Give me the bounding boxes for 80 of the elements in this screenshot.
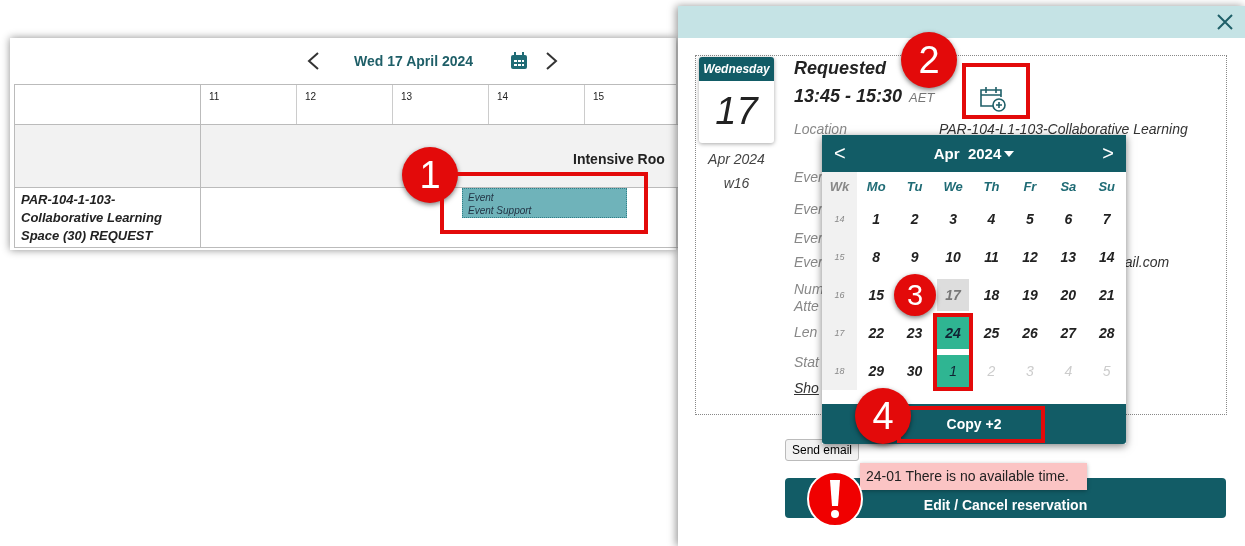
weekday-label: Su [1097,177,1117,196]
day-cell[interactable]: 6 [1052,203,1085,235]
day-cell[interactable]: 19 [1013,279,1046,311]
weekday-label: Tu [905,177,924,196]
field-label: Num Atte [794,281,824,315]
day-cell[interactable]: 26 [1013,317,1046,349]
week-number: 18 [822,352,857,390]
weekday-label: Wk [822,172,857,200]
weekday-label: Sa [1059,177,1078,196]
error-message: 24-01 There is no available time. [860,463,1087,490]
day-cell[interactable]: 8 [860,241,893,273]
field-label: Ever [794,254,823,270]
field-label: Ever [794,201,823,217]
week-number: 15 [822,238,857,276]
status-label: Requested [794,58,887,79]
day-cell[interactable]: 22 [860,317,893,349]
group-label: Intensive Roo [573,151,665,167]
month-label: Apr 2024 [708,151,765,167]
day-cell[interactable]: 14 [1090,241,1123,273]
weekday-label: Mo [865,177,887,196]
hour-label: 11 [201,85,297,124]
week-number: 14 [822,200,857,238]
previous-button[interactable] [306,51,320,71]
week-number: 16 [822,276,857,314]
calendar-icon[interactable] [509,51,530,71]
close-icon[interactable] [1217,14,1233,30]
previous-month-button[interactable]: < [834,142,846,165]
timezone: AET [909,90,935,105]
day-cell[interactable]: 20 [1052,279,1085,311]
field-label: Ever [794,230,823,246]
day-cell[interactable]: 13 [1052,241,1085,273]
field-label: Ever [794,169,823,185]
alert-icon [806,470,864,528]
day-cell[interactable]: 29 [860,355,893,387]
day-cell[interactable]: 28 [1090,317,1123,349]
caret-icon [1004,150,1015,157]
day-cell[interactable]: 7 [1090,203,1123,235]
weekday-label: Fr [1022,177,1038,196]
day-cell[interactable]: 25 [975,317,1008,349]
date-title: Wed 17 April 2024 [354,53,474,69]
day-cell[interactable]: 23 [898,317,931,349]
resource-label: PAR-104-1-103-Collaborative Learning Space (30) REQUEST [21,192,162,243]
day-name: Wednesday [699,57,774,81]
day-cell[interactable]: 30 [898,355,931,387]
calendar-plus-icon[interactable] [978,85,1009,113]
week-label: w16 [723,175,750,191]
next-button[interactable] [545,51,560,71]
event-block[interactable]: Event Event Support [462,188,627,218]
day-cell[interactable]: 27 [1052,317,1085,349]
day-cell[interactable]: 2 [898,203,931,235]
weekday-label: Th [982,177,1001,196]
week-number: 17 [822,314,857,352]
hour-label: 13 [393,85,489,124]
day-number: 17 [714,89,760,134]
day-cell[interactable]: 24 [937,317,970,349]
month-year-dropdown[interactable]: Apr 2024 [933,145,1015,162]
show-link[interactable]: Sho [794,380,819,396]
day-cell[interactable]: 11 [975,241,1008,273]
hour-label: 14 [489,85,585,124]
day-cell[interactable]: 18 [975,279,1008,311]
field-label: Stat [794,354,819,370]
next-month-button[interactable]: > [1102,142,1114,165]
day-cell[interactable]: 10 [937,241,970,273]
day-cell[interactable]: 5 [1013,203,1046,235]
highlight-frame [962,63,1030,119]
field-value: PAR-104-L1-103-Collaborative Learning [938,121,1188,137]
field-value: ail.com [1124,254,1170,270]
day-cell[interactable]: 3 [937,203,970,235]
field-label: Len [794,324,818,340]
day-cell[interactable]: 15 [860,279,893,311]
hour-label: 12 [297,85,393,124]
day-cell[interactable]: 12 [1013,241,1046,273]
day-cell[interactable]: 4 [975,203,1008,235]
field-label: Location [794,121,847,137]
time-range: 13:45 - 15:30 [794,86,903,107]
day-cell[interactable]: 9 [898,241,931,273]
day-cell[interactable]: 1 [937,355,970,387]
day-cell[interactable]: 21 [1090,279,1123,311]
weekday-label: We [942,177,964,196]
day-cell[interactable]: 1 [860,203,893,235]
